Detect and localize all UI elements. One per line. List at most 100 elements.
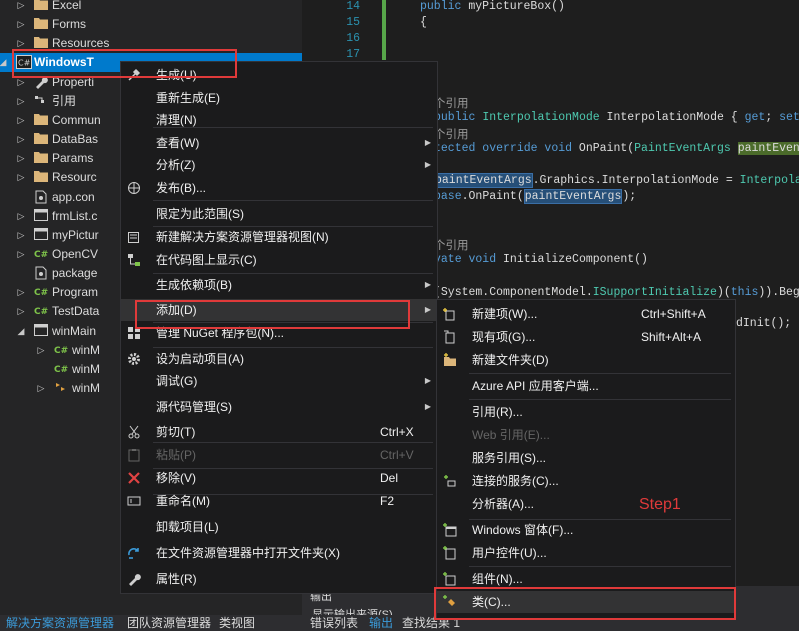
tab-0[interactable]: 解决方案资源管理器: [6, 615, 114, 631]
code-line[interactable]: dInit();: [736, 317, 791, 330]
shortcut-label: F2: [380, 494, 395, 508]
menu-item-label: 分析(Z): [156, 158, 196, 172]
context-menu-item[interactable]: 分析(Z) ▶: [121, 154, 437, 176]
tree-item-label: Commun: [52, 112, 101, 127]
context-menu-item[interactable]: 卸载项目(L): [121, 516, 437, 538]
add-submenu-item[interactable]: 现有项(G)... Shift+Alt+A: [437, 326, 735, 348]
collapsed-arrow-icon[interactable]: ▷: [36, 379, 46, 398]
solution-tree-item[interactable]: ▷ Forms: [0, 15, 302, 34]
menu-item-label: 粘贴(P): [156, 448, 196, 462]
context-menu-item[interactable]: 清理(N): [121, 109, 437, 131]
submenu-arrow-icon: ▶: [424, 402, 431, 411]
context-menu-item[interactable]: 发布(B)...: [121, 177, 437, 199]
add-submenu-item[interactable]: 分析器(A)...: [437, 493, 735, 515]
context-menu-item[interactable]: 在代码图上显示(C): [121, 249, 437, 271]
context-menu-item[interactable]: 移除(V) Del: [121, 467, 437, 489]
menu-item-label: 卸载项目(L): [156, 520, 219, 534]
code-line[interactable]: tected override void OnPaint(PaintEventA…: [434, 142, 799, 155]
solution-tree-item[interactable]: ▷ Excel: [0, 0, 302, 15]
context-menu-item[interactable]: 重新生成(E): [121, 87, 437, 109]
add-submenu-item[interactable]: 连接的服务(C)...: [437, 470, 735, 492]
code-line[interactable]: 个引用: [434, 95, 469, 111]
collapsed-arrow-icon[interactable]: ▷: [16, 92, 26, 111]
folder-icon: [34, 113, 48, 127]
add-submenu-item[interactable]: 用户控件(U)...: [437, 542, 735, 564]
menu-item-label: Web 引用(E)...: [472, 428, 550, 442]
add-submenu-item[interactable]: 新建项(W)... Ctrl+Shift+A: [437, 303, 735, 325]
context-menu-item[interactable]: 源代码管理(S) ▶: [121, 396, 437, 418]
code-line[interactable]: public myPictureBox(): [420, 0, 565, 13]
context-menu-item[interactable]: 限定为此范围(S): [121, 203, 437, 225]
menu-item-label: 设为启动项目(A): [156, 352, 244, 366]
tree-item-label: Excel: [52, 0, 82, 12]
collapsed-arrow-icon[interactable]: ▷: [16, 0, 26, 15]
add-submenu-item[interactable]: Windows 窗体(F)...: [437, 519, 735, 541]
code-line[interactable]: paintEventArgs.Graphics.InterpolationMod…: [434, 173, 799, 188]
user-control-icon: [443, 546, 457, 560]
menu-item-label: 重命名(M): [156, 494, 210, 508]
collapsed-arrow-icon[interactable]: ▷: [16, 149, 26, 168]
line-number: 14: [346, 0, 360, 13]
context-menu-item[interactable]: 粘贴(P) Ctrl+V: [121, 444, 437, 466]
form-file-icon: [34, 208, 48, 223]
context-menu-item[interactable]: 生成依赖项(B) ▶: [121, 274, 437, 296]
tab-2[interactable]: 类视图: [219, 615, 255, 631]
menu-item-label: 现有项(G)...: [472, 330, 536, 344]
code-line[interactable]: vate void InitializeComponent(): [434, 253, 648, 266]
menu-separator: [153, 200, 433, 201]
add-form-icon: [443, 523, 457, 537]
menu-item-label: 重新生成(E): [156, 91, 220, 105]
collapsed-arrow-icon[interactable]: ▷: [16, 207, 26, 226]
menu-separator: [469, 566, 731, 567]
collapsed-arrow-icon[interactable]: ▷: [16, 130, 26, 149]
code-line[interactable]: public InterpolationMode InterpolationMo…: [434, 111, 799, 124]
tree-item-label: winM: [72, 342, 101, 357]
context-menu-item[interactable]: 重命名(M) F2: [121, 490, 437, 512]
code-line[interactable]: 个引用: [434, 237, 469, 253]
collapsed-arrow-icon[interactable]: ▷: [16, 15, 26, 34]
code-line[interactable]: base.OnPaint(paintEventArgs);: [434, 189, 636, 204]
output-tab-0[interactable]: 错误列表: [310, 615, 358, 631]
code-line[interactable]: 个引用: [434, 126, 469, 142]
add-submenu-item[interactable]: 引用(R)...: [437, 401, 735, 423]
highlight-class-box: [434, 587, 736, 620]
tree-item-label: myPictur: [52, 227, 99, 242]
collapsed-arrow-icon[interactable]: ▷: [16, 226, 26, 245]
add-submenu-item[interactable]: 新建文件夹(D): [437, 349, 735, 371]
collapsed-arrow-icon[interactable]: ▷: [16, 302, 26, 321]
collapsed-arrow-icon[interactable]: ▷: [16, 283, 26, 302]
add-submenu-item[interactable]: Web 引用(E)...: [437, 424, 735, 446]
resx-icon: [54, 381, 68, 395]
context-menu-item[interactable]: 查看(W) ▶: [121, 132, 437, 154]
collapsed-arrow-icon[interactable]: ▷: [16, 168, 26, 187]
tree-item-label: 引用: [52, 93, 77, 108]
output-tab-1[interactable]: 输出: [369, 615, 393, 631]
menu-item-label: 限定为此范围(S): [156, 207, 244, 221]
highlight-add-box: [135, 300, 410, 329]
menu-item-label: 发布(B)...: [156, 181, 206, 195]
tree-item-label: TestData: [52, 304, 100, 319]
collapsed-arrow-icon[interactable]: ▷: [16, 111, 26, 130]
code-line[interactable]: {: [420, 16, 427, 29]
context-menu-item[interactable]: 剪切(T) Ctrl+X: [121, 421, 437, 443]
tab-1[interactable]: 团队资源管理器: [127, 615, 211, 631]
context-menu-item[interactable]: 调试(G) ▶: [121, 370, 437, 392]
submenu-arrow-icon: ▶: [424, 160, 431, 169]
expanded-arrow-icon[interactable]: ◢: [16, 322, 26, 341]
menu-item-label: 分析器(A)...: [472, 497, 534, 511]
collapsed-arrow-icon[interactable]: ▷: [36, 341, 46, 360]
add-submenu-item[interactable]: Azure API 应用客户端...: [437, 375, 735, 397]
wrench-icon: [127, 572, 141, 586]
expanded-arrow-icon[interactable]: ◢: [0, 53, 8, 72]
csharp-file-icon: C#: [34, 285, 48, 299]
existing-item-icon: [443, 330, 457, 344]
context-menu-item[interactable]: 属性(R): [121, 568, 437, 590]
context-menu-item[interactable]: 设为启动项目(A): [121, 348, 437, 370]
context-menu-item[interactable]: 在文件资源管理器中打开文件夹(X): [121, 542, 437, 564]
tree-item-label: Forms: [52, 17, 86, 32]
context-menu-item[interactable]: 新建解决方案资源管理器视图(N): [121, 226, 437, 248]
add-submenu-item[interactable]: 服务引用(S)...: [437, 447, 735, 469]
collapsed-arrow-icon[interactable]: ▷: [16, 245, 26, 264]
code-line[interactable]: (System.ComponentModel.ISupportInitializ…: [434, 286, 799, 299]
connected-service-icon: [443, 474, 457, 488]
